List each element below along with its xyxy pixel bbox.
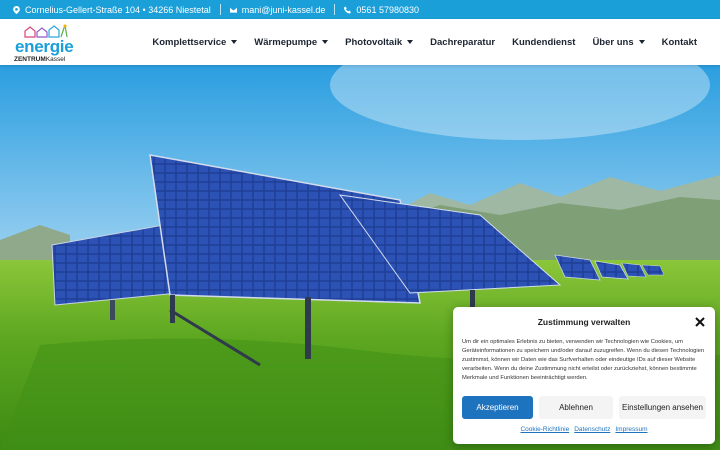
cookie-policy-link[interactable]: Cookie-Richtlinie [520, 426, 569, 433]
envelope-icon [229, 6, 237, 13]
chevron-down-icon [322, 40, 329, 44]
site-header: energie ZENTRUMKassel Komplettservice Wä… [0, 19, 720, 65]
accept-button[interactable]: Akzeptieren [462, 396, 533, 419]
address-text: Cornelius-Gellert-Straße 104 • 34266 Nie… [25, 4, 211, 15]
logo-sub-rest: Kassel [45, 56, 66, 63]
phone-item[interactable]: 0561 57980830 [344, 5, 419, 15]
chevron-down-icon [638, 40, 645, 44]
chevron-down-icon [231, 40, 238, 44]
privacy-link[interactable]: Datenschutz [574, 426, 610, 433]
logo-sub-bold: ZENTRUM [14, 56, 46, 63]
divider [334, 4, 336, 15]
cookie-links: Cookie-Richtlinie Datenschutz Impressum [453, 426, 715, 433]
nav-item-komplettservice[interactable]: Komplettservice [152, 36, 238, 48]
settings-button[interactable]: Einstellungen ansehen [619, 396, 706, 419]
nav-label: Kundendienst [512, 36, 576, 48]
logo-subtitle: ZENTRUMKassel [14, 56, 65, 63]
close-icon[interactable] [694, 316, 706, 328]
main-nav: Komplettservice Wärmepumpe Photovoltaik … [135, 19, 697, 65]
location-pin-icon [13, 5, 20, 14]
imprint-link[interactable]: Impressum [615, 426, 647, 433]
phone-link[interactable]: 0561 57980830 [356, 5, 419, 15]
email-link[interactable]: mani@juni-kassel.de [242, 5, 326, 15]
logo[interactable]: energie ZENTRUMKassel [13, 24, 75, 63]
nav-label: Komplettservice [152, 36, 227, 48]
cookie-consent-dialog: Zustimmung verwalten Um dir ein optimale… [453, 307, 715, 444]
nav-item-waermepumpe[interactable]: Wärmepumpe [254, 36, 329, 48]
chevron-down-icon [407, 40, 414, 44]
houses-logo-icon [24, 24, 68, 38]
phone-icon [344, 6, 352, 13]
cookie-dialog-title: Zustimmung verwalten [537, 317, 631, 327]
nav-item-ueber-uns[interactable]: Über uns [592, 36, 645, 48]
contact-bar: Cornelius-Gellert-Straße 104 • 34266 Nie… [0, 0, 720, 19]
divider [219, 4, 221, 15]
address-item: Cornelius-Gellert-Straße 104 • 34266 Nie… [13, 5, 211, 15]
nav-label: Dachreparatur [430, 36, 496, 48]
nav-label: Über uns [592, 36, 634, 48]
deny-button[interactable]: Ablehnen [539, 396, 613, 419]
nav-item-photovoltaik[interactable]: Photovoltaik [345, 36, 414, 48]
cookie-dialog-text: Um dir ein optimales Erlebnis zu bieten,… [462, 339, 705, 381]
nav-label: Wärmepumpe [254, 36, 318, 48]
nav-item-kontakt[interactable]: Kontakt [662, 37, 697, 48]
nav-item-dachreparatur[interactable]: Dachreparatur [430, 37, 495, 48]
nav-item-kundendienst[interactable]: Kundendienst [512, 37, 575, 48]
nav-label: Photovoltaik [345, 36, 403, 48]
nav-label: Kontakt [661, 36, 697, 48]
logo-wordmark: energie [15, 37, 74, 56]
email-item[interactable]: mani@juni-kassel.de [229, 5, 326, 15]
